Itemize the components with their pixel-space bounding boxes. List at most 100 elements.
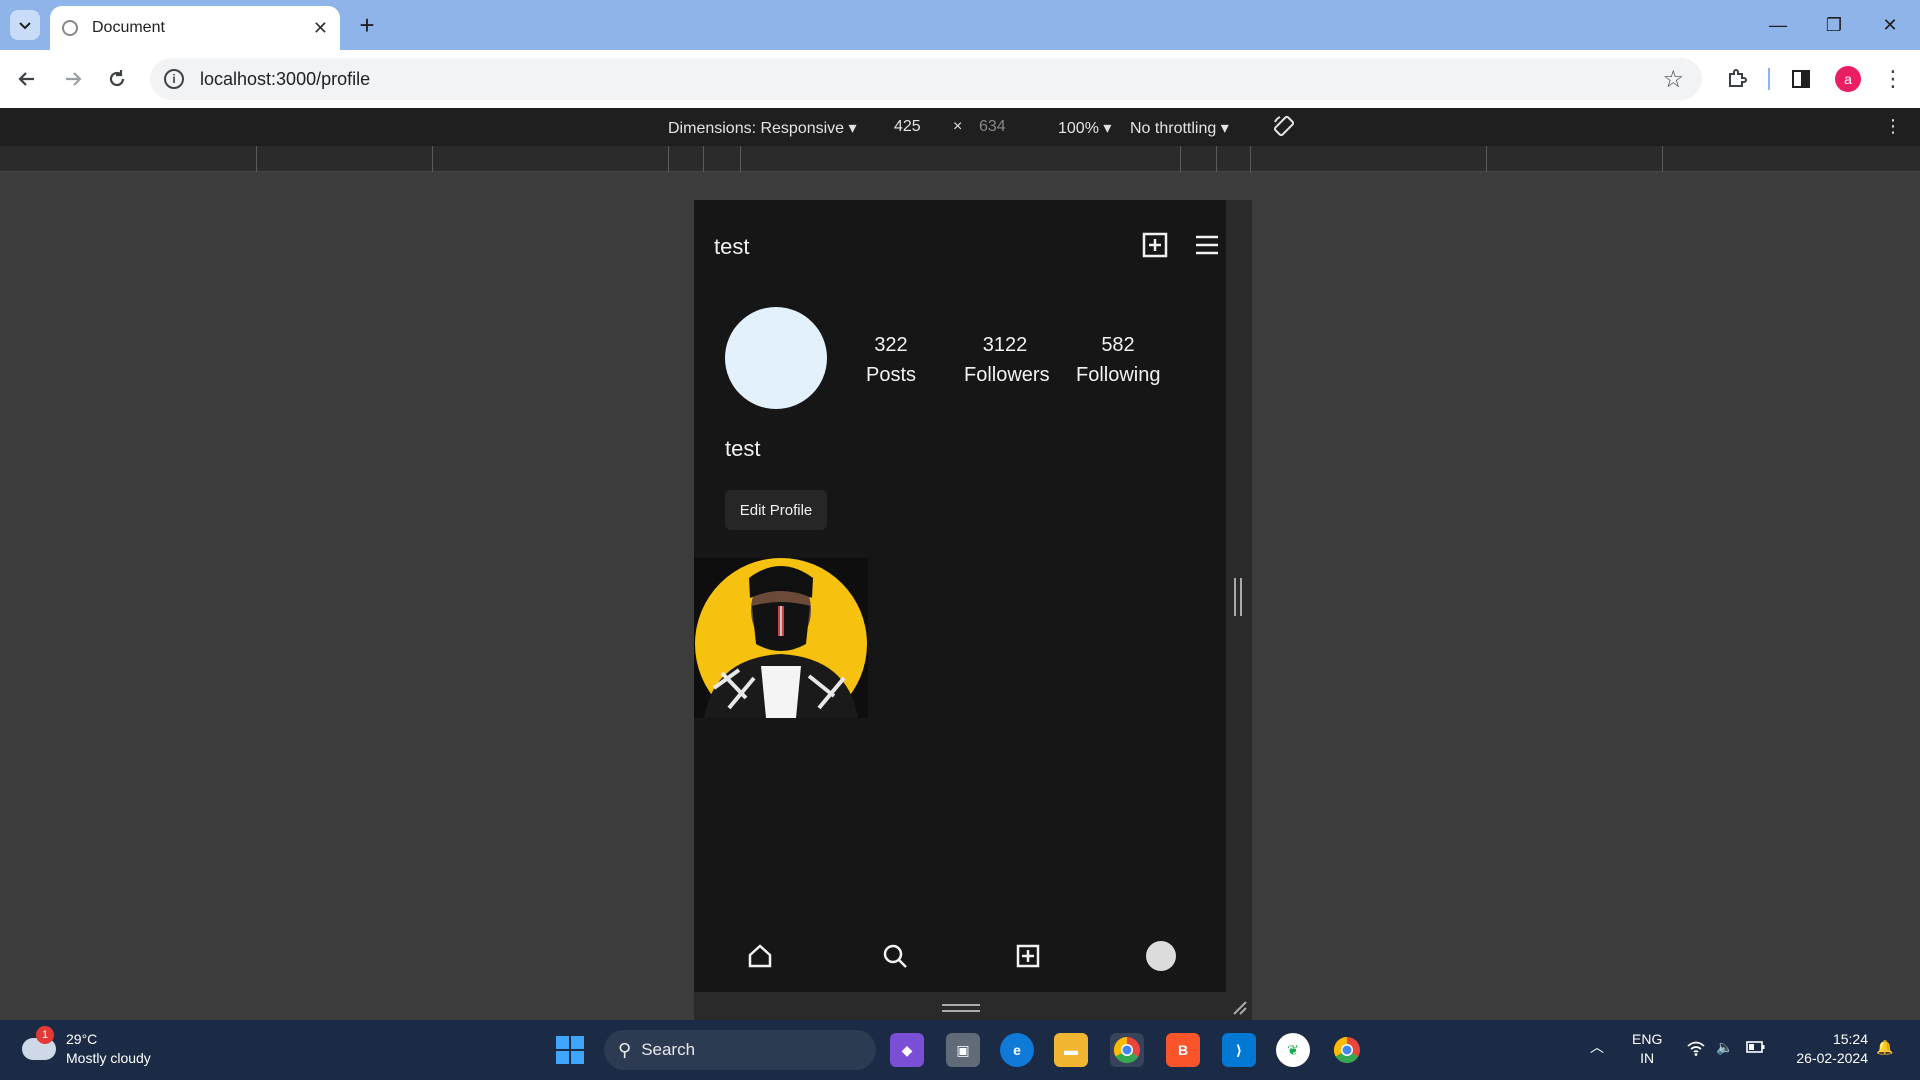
ruler-tick <box>1180 146 1181 172</box>
site-info-icon[interactable]: i <box>164 69 184 89</box>
profile-avatar-button[interactable]: a <box>1835 66 1861 92</box>
rotate-button[interactable] <box>1272 114 1296 143</box>
clock-time: 15:24 <box>1832 1031 1868 1047</box>
home-icon <box>748 944 772 968</box>
height-input[interactable]: 634 <box>979 118 1006 136</box>
side-panel-icon <box>1792 70 1810 88</box>
task-view-app-icon[interactable]: ▣ <box>946 1033 980 1067</box>
bookmark-star-icon[interactable]: ☆ <box>1662 65 1684 94</box>
device-toolbar: Dimensions: Responsive ▾ 425 × 634 100% … <box>0 108 1920 146</box>
profile-picture[interactable] <box>725 307 827 409</box>
resize-handle-right[interactable] <box>1234 578 1242 616</box>
ruler-tick <box>1486 146 1487 172</box>
weather-description: Mostly cloudy <box>66 1050 151 1066</box>
extensions-button[interactable] <box>1722 64 1752 94</box>
tab-search-button[interactable] <box>10 10 40 40</box>
battery-icon[interactable] <box>1746 1040 1766 1059</box>
edit-profile-button[interactable]: Edit Profile <box>725 490 827 530</box>
edge-app-icon[interactable]: e <box>1000 1033 1034 1067</box>
toolbar-divider <box>1768 68 1770 90</box>
following-stat[interactable]: 582 Following <box>1076 330 1160 390</box>
dimensions-dropdown[interactable]: Dimensions: Responsive ▾ <box>668 118 857 138</box>
globe-icon <box>62 20 78 36</box>
ruler-tick <box>1250 146 1251 172</box>
nav-search-button[interactable] <box>879 940 911 972</box>
language-code: ENG <box>1632 1031 1663 1047</box>
resize-corner-icon <box>1233 1001 1247 1015</box>
volume-icon[interactable]: 🔈 <box>1716 1038 1733 1057</box>
times-label: × <box>953 118 963 135</box>
followers-stat[interactable]: 3122 Followers <box>964 330 1050 390</box>
taskbar-search-label: Search <box>641 1040 696 1059</box>
url-text[interactable]: localhost:3000/profile <box>200 69 1662 90</box>
region-code: IN <box>1640 1050 1655 1066</box>
ruler-tick <box>668 146 669 172</box>
ruler-tick <box>1662 146 1663 172</box>
file-explorer-app-icon[interactable]: ▬ <box>1054 1033 1088 1067</box>
nav-home-button[interactable] <box>744 940 776 972</box>
brave-app-icon[interactable]: B <box>1166 1033 1200 1067</box>
notification-badge: 1 <box>36 1026 54 1044</box>
forward-button[interactable] <box>58 64 88 94</box>
throttling-dropdown[interactable]: No throttling ▾ <box>1130 118 1229 138</box>
weather-widget[interactable]: 1 29°C Mostly cloudy <box>22 1026 151 1068</box>
following-count: 582 <box>1101 334 1135 356</box>
close-window-button[interactable]: ✕ <box>1870 8 1910 42</box>
notifications-bell-icon[interactable]: 🔔 <box>1876 1038 1893 1057</box>
device-toolbar-more-button[interactable]: ⋮ <box>1884 116 1902 137</box>
new-tab-button[interactable]: + <box>352 10 382 40</box>
side-panel-button[interactable] <box>1786 64 1816 94</box>
throttling-label: No throttling <box>1130 120 1217 137</box>
windows-logo-tile <box>571 1036 584 1049</box>
copilot-app-icon[interactable]: ◆ <box>890 1033 924 1067</box>
chrome-app-icon[interactable] <box>1110 1033 1144 1067</box>
start-button[interactable] <box>556 1036 584 1064</box>
windows-taskbar: 1 29°C Mostly cloudy ⚲ Search ◆ ▣ e ▬ B … <box>0 1020 1920 1080</box>
followers-count: 3122 <box>982 334 1028 356</box>
profile-display-name: test <box>725 436 761 461</box>
post-thumbnail[interactable] <box>694 558 868 718</box>
back-button[interactable] <box>12 64 42 94</box>
resize-handle-bottom[interactable] <box>942 1004 980 1012</box>
minimize-button[interactable]: — <box>1758 8 1798 42</box>
plus-square-icon <box>1142 232 1168 258</box>
chrome-icon <box>1333 1036 1360 1064</box>
windows-logo-tile <box>556 1051 569 1064</box>
width-input[interactable]: 425 <box>894 118 921 136</box>
menu-button[interactable] <box>1194 232 1222 260</box>
chrome-second-app-icon[interactable] <box>1330 1033 1364 1067</box>
taskbar-search[interactable]: ⚲ Search <box>604 1030 876 1070</box>
reload-button[interactable] <box>102 64 132 94</box>
clock[interactable]: 15:24 26-02-2024 <box>1786 1030 1868 1068</box>
reload-icon <box>109 70 125 87</box>
resize-handle-corner[interactable] <box>1230 998 1248 1016</box>
wifi-icon[interactable] <box>1686 1040 1706 1061</box>
ruler-tick <box>432 146 433 172</box>
nav-profile-avatar[interactable] <box>1146 941 1176 971</box>
chevron-up-icon[interactable]: ︿ <box>1590 1038 1604 1057</box>
windows-logo-tile <box>556 1036 569 1049</box>
posts-stat[interactable]: 322 Posts <box>856 330 926 390</box>
ruler-tick <box>256 146 257 172</box>
browser-toolbar: i localhost:3000/profile ☆ a ⋮ <box>0 50 1920 108</box>
zoom-dropdown[interactable]: 100% ▾ <box>1058 118 1111 138</box>
posts-label: Posts <box>865 364 917 386</box>
create-post-button[interactable] <box>1142 232 1170 260</box>
vscode-app-icon[interactable]: ⟩ <box>1222 1033 1256 1067</box>
windows-logo-tile <box>571 1051 584 1064</box>
mongodb-app-icon[interactable]: ❦ <box>1276 1033 1310 1067</box>
address-bar[interactable]: i localhost:3000/profile ☆ <box>150 58 1702 100</box>
restore-button[interactable]: ❐ <box>1814 8 1854 42</box>
wifi-glyph <box>1687 1041 1705 1056</box>
nav-create-button[interactable] <box>1012 940 1044 972</box>
ruler-tick <box>740 146 741 172</box>
header-username: test <box>714 234 750 259</box>
language-indicator[interactable]: ENG IN <box>1632 1030 1662 1068</box>
close-tab-icon[interactable]: ✕ <box>313 18 328 39</box>
chrome-menu-button[interactable]: ⋮ <box>1878 64 1908 94</box>
following-label: Following <box>1076 364 1161 386</box>
ruler-tick <box>703 146 704 172</box>
bottom-navigation <box>694 932 1226 980</box>
browser-tab[interactable]: Document ✕ <box>50 6 340 50</box>
followers-label: Followers <box>964 364 1050 386</box>
